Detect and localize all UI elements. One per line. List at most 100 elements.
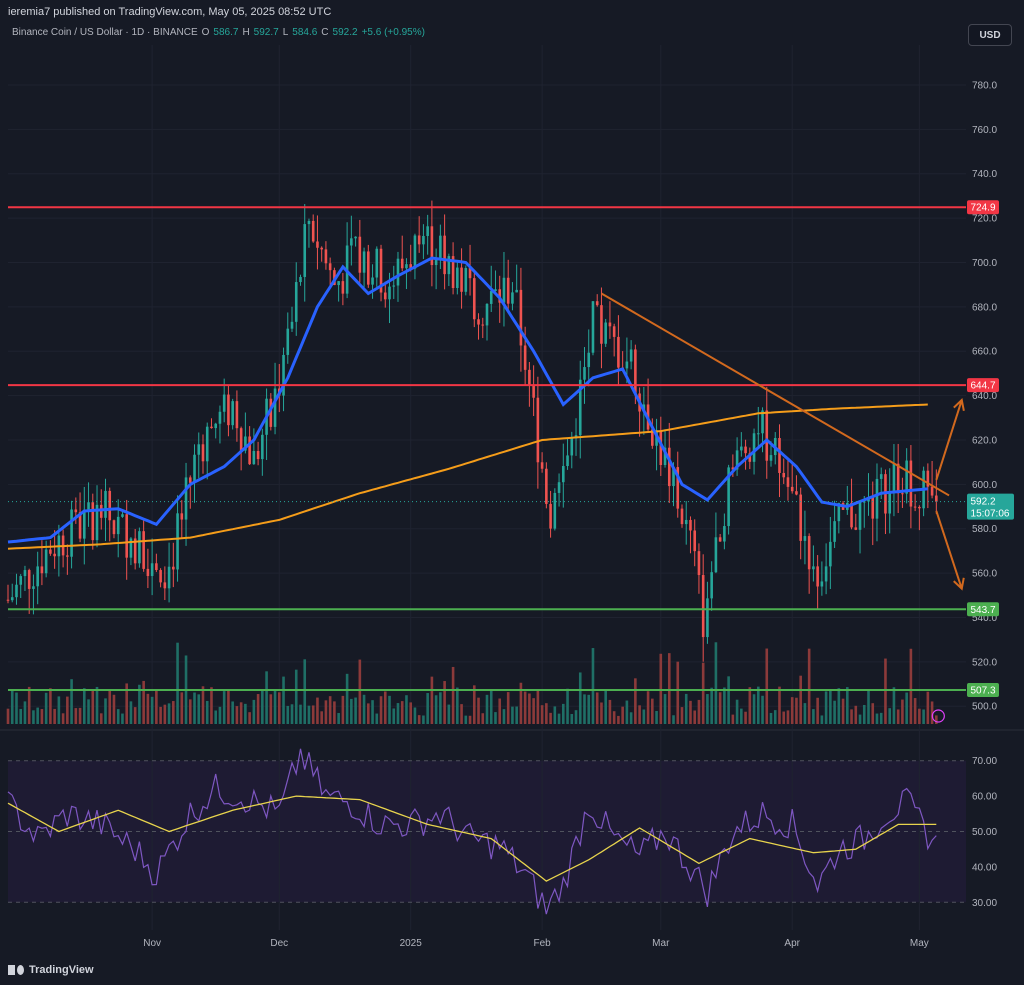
volume-bar [396,703,400,724]
candle-body [684,519,688,525]
volume-bar [307,705,311,724]
candle-body [612,326,616,337]
price-tick-label: 580.0 [972,524,997,535]
candle-body [901,493,904,495]
volume-bar [807,648,811,724]
candle-body [625,361,629,369]
candle-body [210,426,213,429]
volume-bar [273,689,277,724]
candle-body [795,491,798,495]
volume-bar [740,708,743,724]
volume-bar [32,710,35,724]
price-tick-label: 720.0 [972,214,997,225]
candle-body [506,277,510,304]
candle-body [464,268,468,292]
volume-bar [608,699,612,724]
volume-bar [218,706,222,724]
volume-bar [235,706,239,724]
volume-bar [689,700,692,724]
candle-body [439,235,442,259]
trendline [600,292,950,497]
volume-bar [146,693,150,724]
candle-body [879,474,883,479]
volume-bar [600,702,603,724]
price-chart[interactable]: 780.0 760.0 740.0 720.0 700.0 680.0 660.0 640.0… [0,0,1024,985]
volume-bar [824,691,828,724]
candle-body [311,220,315,242]
volume-bar [19,708,23,724]
volume-bar [519,682,523,724]
candle-body [723,526,726,542]
candle-body [32,586,35,589]
candle-body [201,444,205,462]
volume-bar [701,662,705,724]
volume-bar [909,648,913,724]
volume-bars [6,642,938,724]
volume-bar [341,695,345,724]
volume-bar [498,698,502,724]
price-tick-label: 640.0 [972,391,997,402]
time-tick-label: Dec [270,938,288,949]
candle-body [252,451,256,465]
volume-bar [167,703,171,724]
candle-body [824,566,828,582]
candle-body [892,463,896,492]
volume-bar [532,698,535,724]
resistance-level-label: 724.9 [970,203,995,214]
candle-body [460,267,463,292]
volume-bar [735,699,739,724]
price-tick-label: 760.0 [972,125,997,136]
volume-bar [642,709,646,724]
volume-bar [913,698,917,724]
volume-bar [574,710,578,724]
volume-bar [850,709,853,724]
volume-bar [617,715,620,724]
time-tick-label: 2025 [400,938,423,949]
candle-body [70,509,73,557]
candle-body [138,531,141,564]
volume-bar [782,711,786,724]
volume-bar [545,703,548,724]
volume-bar [36,707,39,724]
candle-body [790,486,794,492]
candle-body [15,584,18,598]
volume-bar [95,686,99,724]
candle-body [714,537,718,573]
volume-bar [638,705,641,724]
candle-body [905,460,908,494]
volume-bar [553,706,557,724]
volume-bar [506,692,510,724]
volume-bar [680,707,684,724]
volume-bar [651,698,654,724]
candle-body [918,506,921,509]
candle-body [350,238,353,246]
volume-bar [799,675,802,724]
candle-body [303,224,307,277]
volume-bar [684,693,688,724]
volume-bar [99,713,103,724]
volume-bar [765,648,769,724]
candle-body [53,553,56,557]
volume-bar [23,701,27,724]
volume-bar [892,687,896,724]
candle-body [608,322,612,327]
candle-body [807,536,811,570]
candle-body [549,503,552,529]
volume-bar [790,697,794,724]
volume-bar [252,699,256,724]
candle-body [511,292,514,304]
candle-body [701,575,705,638]
volume-bar [858,714,862,724]
candle-body [587,352,591,368]
volume-bar [78,707,82,724]
volume-bar [299,704,302,724]
price-tick-label: 520.0 [972,657,997,668]
volume-bar [91,689,95,724]
volume-bar [918,708,921,724]
volume-bar [922,709,925,724]
ema-short-line [7,256,928,544]
candle-body [536,397,540,463]
volume-bar [731,714,735,724]
tradingview-footer[interactable]: TradingView [8,964,94,976]
volume-bar [443,681,446,724]
